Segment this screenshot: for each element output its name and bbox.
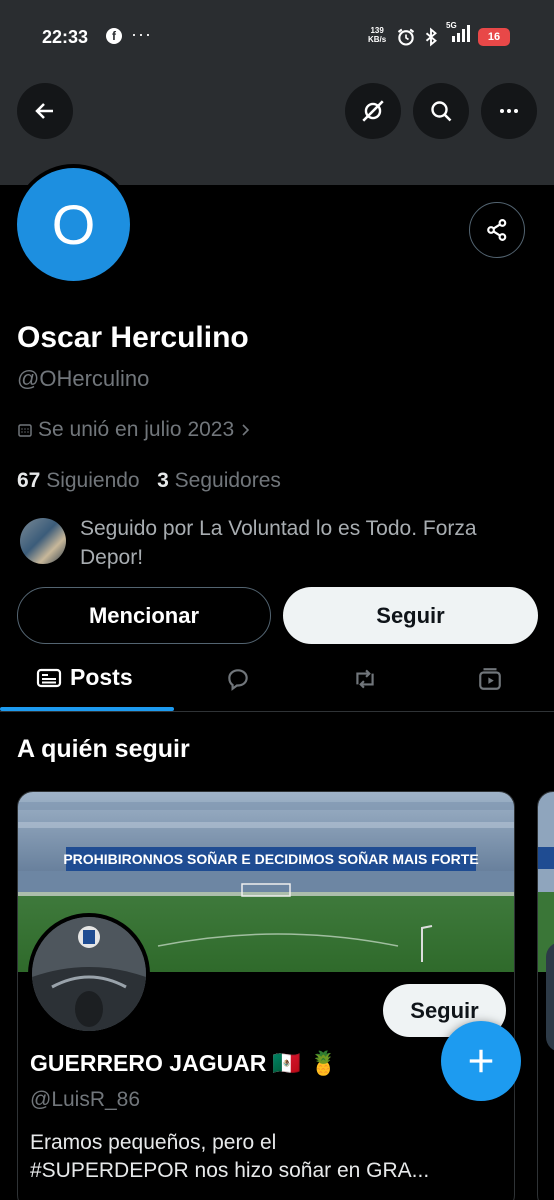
card-bio-line-1: Eramos pequeños, pero el (30, 1131, 277, 1154)
calendar-icon (18, 424, 32, 437)
who-to-follow-title: A quién seguir (17, 735, 190, 763)
back-button[interactable] (17, 83, 73, 139)
more-notifications-icon: ··· (131, 24, 152, 44)
alarm-icon (397, 28, 415, 46)
profile-avatar[interactable]: O (13, 164, 134, 285)
share-button[interactable] (469, 202, 525, 258)
profile-handle: @OHerculino (17, 366, 150, 391)
followed-by-avatar[interactable] (20, 518, 66, 564)
follow-stats: 67 Siguiendo 3 Seguidores (17, 469, 281, 493)
facebook-icon: f (106, 28, 122, 44)
followers-label: Seguidores (174, 469, 281, 492)
network-speed-value: 139 (370, 26, 384, 35)
back-arrow-icon (35, 103, 53, 119)
card-handle: @LuisR_86 (30, 1088, 141, 1111)
status-icons: 5G 16 (396, 21, 510, 49)
suggestion-card[interactable]: PROHIBIRONNOS SOÑAR E DECIDIMOS SOÑAR MA… (17, 791, 515, 1200)
plus-icon (469, 1049, 493, 1073)
following-count: 67 (17, 469, 41, 492)
signal-icon: 5G (446, 21, 472, 49)
follow-button[interactable]: Seguir (283, 587, 538, 644)
card-name: GUERRERO JAGUAR 🇲🇽 🍍 (30, 1050, 338, 1077)
search-button[interactable] (413, 83, 469, 139)
status-time: 22:33 (42, 27, 89, 47)
battery-icon: 16 (478, 27, 510, 46)
avatar-letter: O (17, 168, 130, 281)
card-avatar[interactable] (28, 913, 150, 1035)
compose-button[interactable] (441, 1021, 521, 1101)
more-button[interactable] (481, 83, 537, 139)
banner-text: PROHIBIRONNOS SOÑAR E DECIDIMOS SOÑAR MA… (63, 850, 478, 867)
repost-icon[interactable] (351, 666, 379, 692)
card-bio: Eramos pequeños, pero el #SUPERDEPOR nos… (30, 1129, 510, 1185)
followed-by-text[interactable]: Seguido por La Voluntad lo es Todo. Forz… (80, 514, 540, 572)
following-link[interactable]: 67 Siguiendo (17, 469, 140, 492)
profile-tabs: Posts (0, 650, 554, 712)
card-name-text: GUERRERO JAGUAR (30, 1050, 267, 1076)
status-bar: 22:33 f ··· 139 KB/s 5G 16 (0, 0, 554, 72)
profile-name: Oscar Herculino (17, 321, 249, 354)
grok-button[interactable] (345, 83, 401, 139)
share-icon (487, 219, 507, 241)
bluetooth-icon (425, 26, 437, 47)
active-tab-indicator (0, 707, 174, 711)
joined-text: Se unió en julio 2023 (38, 418, 235, 441)
network-type: 5G (446, 21, 457, 30)
search-icon (431, 101, 452, 122)
card-bio-line-2: #SUPERDEPOR nos hizo soñar en GRA... (30, 1159, 430, 1182)
joined-date[interactable]: Se unió en julio 2023 (18, 418, 252, 442)
followers-count: 3 (157, 469, 169, 492)
reply-icon[interactable] (225, 666, 251, 692)
media-icon[interactable] (477, 666, 503, 692)
tab-posts[interactable]: Posts (36, 664, 133, 691)
grok-icon (362, 100, 384, 122)
network-speed-unit: KB/s (368, 35, 387, 44)
following-label: Siguiendo (46, 469, 140, 492)
card-name-emojis: 🇲🇽 🍍 (272, 1051, 338, 1077)
mention-button[interactable]: Mencionar (17, 587, 271, 644)
tab-posts-label: Posts (70, 664, 133, 690)
followers-link[interactable]: 3 Seguidores (157, 469, 281, 492)
chevron-right-icon (242, 424, 250, 436)
more-icon (500, 109, 518, 113)
network-speed: 139 KB/s (368, 26, 386, 44)
suggestion-card-next[interactable] (537, 791, 554, 1200)
posts-icon (36, 668, 62, 687)
